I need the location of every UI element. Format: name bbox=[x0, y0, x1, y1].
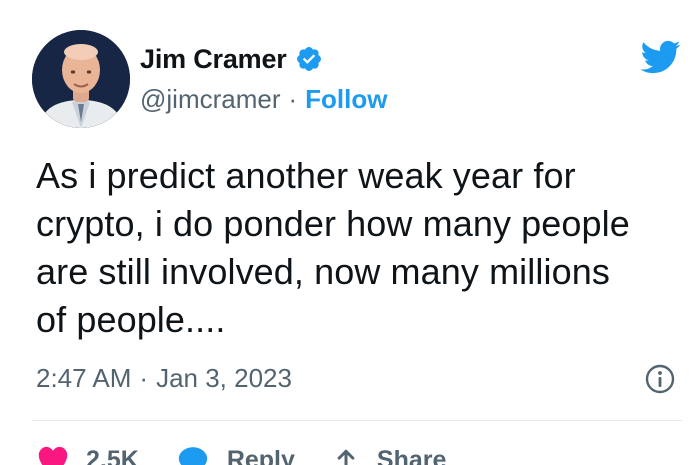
tweet-timestamp[interactable]: 2:47 AM · Jan 3, 2023 bbox=[36, 360, 292, 396]
timestamp-separator: · bbox=[139, 362, 149, 393]
avatar[interactable] bbox=[32, 30, 130, 128]
tweet-date[interactable]: Jan 3, 2023 bbox=[156, 363, 292, 394]
divider bbox=[32, 420, 682, 421]
reply-label: Reply bbox=[226, 445, 295, 465]
tweet-text: As i predict another weak year for crypt… bbox=[36, 155, 630, 340]
share-arrow-icon bbox=[337, 449, 355, 465]
tweet-time[interactable]: 2:47 AM bbox=[36, 363, 131, 394]
info-icon[interactable] bbox=[644, 363, 676, 395]
tweet-card: Jim Cramer @jimcramer · Follow As i pred… bbox=[0, 0, 700, 465]
like-count: 2.5K bbox=[86, 445, 139, 465]
author-handle-row: @jimcramer · Follow bbox=[140, 82, 388, 116]
author-display-name[interactable]: Jim Cramer bbox=[140, 44, 287, 75]
author-name-row: Jim Cramer bbox=[140, 42, 323, 76]
follow-button[interactable]: Follow bbox=[305, 84, 387, 115]
twitter-bird-icon[interactable] bbox=[636, 36, 684, 78]
avatar-image bbox=[32, 30, 130, 128]
heart-icon bbox=[38, 446, 68, 465]
share-label: Share bbox=[376, 445, 447, 465]
author-handle[interactable]: @jimcramer bbox=[140, 84, 281, 115]
reply-bubble-icon bbox=[178, 447, 207, 465]
tweet-actions: 2.5K Reply Share bbox=[36, 442, 482, 465]
like-button[interactable]: 2.5K bbox=[36, 443, 139, 465]
handle-separator: · bbox=[288, 83, 298, 114]
reply-button[interactable]: Reply bbox=[175, 443, 295, 465]
share-button[interactable]: Share bbox=[331, 443, 446, 465]
verified-badge-icon bbox=[295, 45, 323, 73]
